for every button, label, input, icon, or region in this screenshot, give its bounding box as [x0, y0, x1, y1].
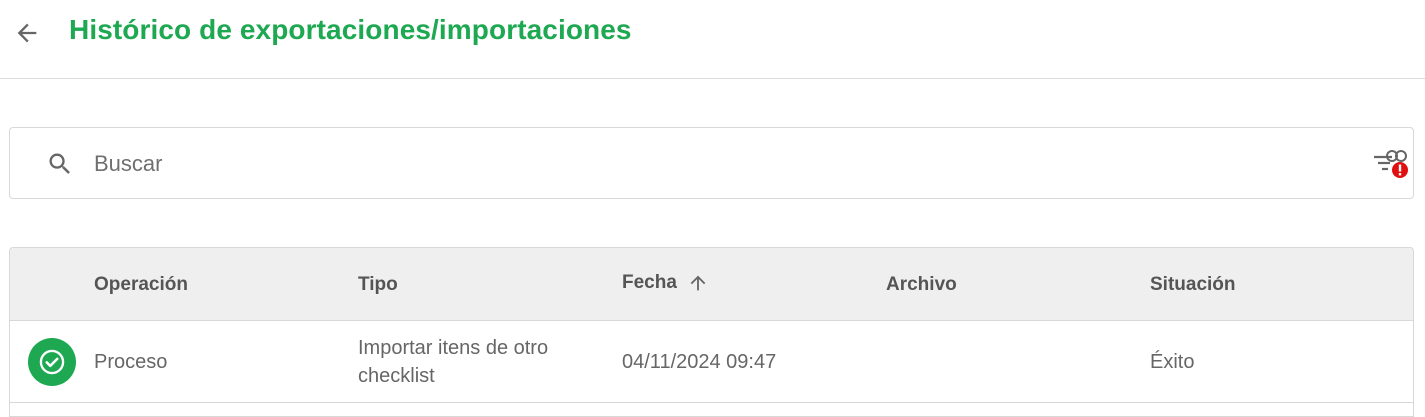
page-title: Histórico de exportaciones/importaciones [69, 14, 632, 45]
column-header-tipo[interactable]: Tipo [358, 274, 398, 296]
column-header-situacion[interactable]: Situación [1150, 274, 1236, 296]
filter-alert-icon [1374, 150, 1408, 178]
cell-operacion: Proceso [94, 351, 168, 373]
table-row[interactable]: Proceso Importar itens de otro checklist… [10, 321, 1413, 403]
column-header-archivo[interactable]: Archivo [886, 274, 957, 296]
page-header: Histórico de exportaciones/importaciones [0, 0, 1425, 79]
search-bar [9, 127, 1414, 199]
arrow-up-sort-icon[interactable] [687, 272, 709, 294]
search-icon [49, 153, 70, 174]
column-header-operacion[interactable]: Operación [94, 274, 188, 296]
column-header-fecha[interactable]: Fecha [622, 272, 709, 294]
history-table: Operación Tipo Fecha Archivo Situación P… [9, 247, 1414, 417]
cell-tipo: Importar itens de otro checklist [358, 337, 549, 387]
arrow-left-icon [17, 23, 37, 43]
table-header: Operación Tipo Fecha Archivo Situación [10, 248, 1413, 321]
check-circle-icon [28, 338, 76, 386]
cell-situacion: Éxito [1150, 351, 1195, 373]
filter-button[interactable] [1370, 148, 1410, 182]
back-button[interactable] [10, 16, 44, 50]
search-input[interactable] [94, 144, 1334, 184]
cell-fecha: 04/11/2024 09:47 [622, 351, 777, 373]
